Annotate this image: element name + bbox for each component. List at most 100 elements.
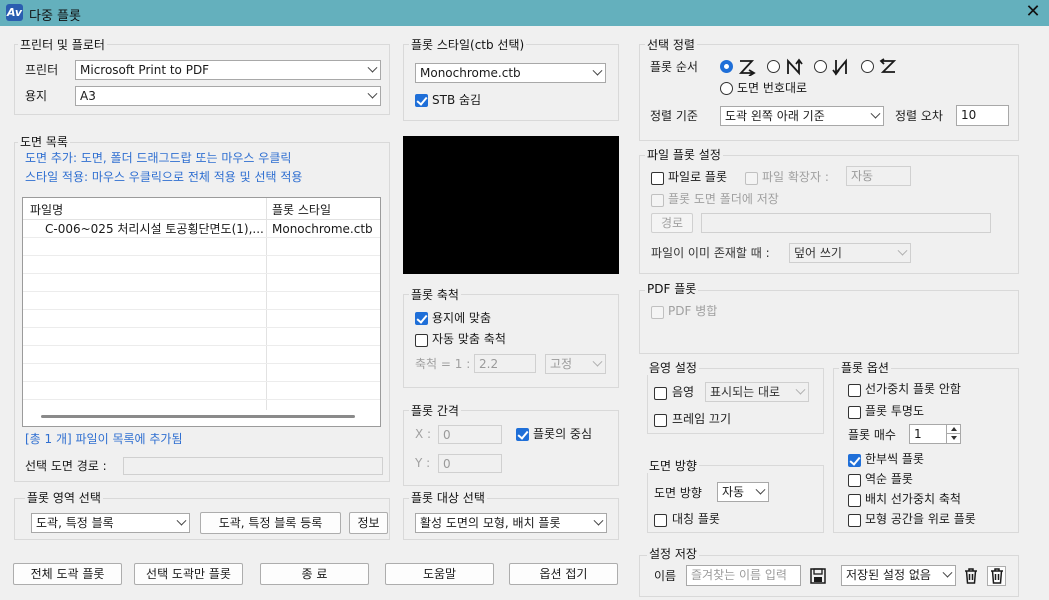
model-space-first-label: 모형 공간을 위로 플롯 — [865, 512, 976, 526]
file-count-status: [총 1 개] 파일이 목록에 추가됨 — [25, 432, 183, 446]
delete-all-icon[interactable] — [987, 566, 1006, 586]
delete-icon[interactable] — [962, 567, 980, 585]
stepper-up-icon[interactable] — [946, 425, 960, 434]
plot-style-select-value: Monochrome.ctb — [420, 66, 521, 80]
order-reverse-n-radio[interactable] — [814, 60, 827, 73]
collate-checkbox[interactable] — [848, 454, 861, 467]
saved-settings-select[interactable]: 저장된 설정 없음 — [841, 565, 956, 586]
order-z-radio[interactable] — [720, 60, 733, 73]
sort-criteria-select[interactable]: 도곽 왼쪽 아래 기준 — [720, 106, 884, 126]
file-exists-select[interactable]: 덮어 쓰기 — [789, 243, 911, 263]
orientation-select[interactable]: 자동 — [717, 482, 769, 502]
stepper-down-icon[interactable] — [946, 434, 960, 443]
table-row[interactable]: C-006~025 처리시설 토공횡단면도(1),... Monochrome.… — [23, 220, 380, 238]
save-in-folder-checkbox[interactable] — [651, 194, 664, 207]
mirror-plot-checkbox[interactable] — [654, 514, 667, 527]
plot-all-button[interactable]: 전체 도곽 플롯 — [13, 563, 122, 585]
path-field[interactable] — [701, 213, 991, 233]
scale-mode-value: 고정 — [550, 357, 573, 371]
chevron-down-icon — [367, 88, 378, 99]
plot-area-select[interactable]: 도곽, 특정 블록 — [31, 513, 190, 533]
chevron-down-icon — [592, 356, 603, 367]
shade-select-value: 표시되는 대로 — [710, 385, 781, 399]
chevron-down-icon — [367, 62, 378, 73]
order-reverse-z-radio[interactable] — [861, 60, 874, 73]
chevron-down-icon — [755, 484, 766, 495]
frame-off-checkbox[interactable] — [654, 414, 667, 427]
table-row[interactable] — [23, 274, 380, 292]
exit-button[interactable]: 종 료 — [260, 563, 369, 585]
table-row[interactable] — [23, 238, 380, 256]
title-bar: Av 다중 플롯 ✕ — [0, 0, 1049, 26]
paper-label: 용지 — [25, 89, 48, 103]
table-row[interactable] — [23, 346, 380, 364]
column-header-filename[interactable]: 파일명 — [30, 202, 63, 218]
auto-scale-checkbox[interactable] — [415, 334, 428, 347]
plot-order-label: 플롯 순서 — [650, 60, 698, 74]
sort-tolerance-label: 정렬 오차 — [895, 109, 943, 123]
info-button[interactable]: 정보 — [349, 512, 388, 534]
close-icon[interactable]: ✕ — [1023, 2, 1043, 22]
plot-to-file-checkbox[interactable] — [651, 172, 664, 185]
selected-path-field[interactable] — [123, 457, 383, 475]
orientation-select-value: 자동 — [722, 485, 745, 499]
row-filename: C-006~025 처리시설 토공횡단면도(1),... — [45, 222, 263, 236]
collapse-options-button[interactable]: 옵션 접기 — [509, 563, 618, 585]
file-extension-checkbox[interactable] — [745, 172, 758, 185]
no-lineweight-checkbox[interactable] — [848, 384, 861, 397]
column-header-plot-style[interactable]: 플롯 스타일 — [272, 202, 331, 218]
sort-group — [639, 44, 1019, 141]
horizontal-scrollbar[interactable] — [41, 415, 355, 418]
order-n-radio[interactable] — [767, 60, 780, 73]
offset-y-input[interactable]: 0 — [438, 454, 502, 473]
reverse-order-label: 역순 플롯 — [865, 472, 913, 486]
table-row[interactable] — [23, 382, 380, 400]
file-extension-field[interactable]: 자동 — [846, 166, 911, 186]
plot-target-select[interactable]: 활성 도면의 모형, 배치 플롯 — [415, 513, 607, 533]
sort-criteria-value: 도곽 왼쪽 아래 기준 — [725, 109, 825, 123]
shade-select[interactable]: 표시되는 대로 — [705, 382, 809, 402]
table-row[interactable] — [23, 310, 380, 328]
plot-style-select[interactable]: Monochrome.ctb — [415, 63, 606, 83]
no-lineweight-label: 선가중치 플롯 안함 — [865, 382, 961, 396]
reverse-order-checkbox[interactable] — [848, 474, 861, 487]
plot-center-checkbox[interactable] — [516, 428, 529, 441]
offset-x-input[interactable]: 0 — [438, 425, 502, 444]
fit-paper-checkbox[interactable] — [415, 312, 428, 325]
file-exists-value: 덮어 쓰기 — [794, 246, 842, 260]
copies-stepper[interactable]: 1 — [909, 424, 961, 444]
window-title: 다중 플롯 — [29, 9, 81, 24]
setting-name-input[interactable]: 즐겨찾는 이름 입력 — [686, 565, 801, 586]
plot-center-label: 플롯의 중심 — [533, 427, 593, 441]
scale-mode-select[interactable]: 고정 — [545, 354, 606, 374]
file-plot-group-title: 파일 플롯 설정 — [645, 148, 723, 162]
transparency-checkbox[interactable] — [848, 406, 861, 419]
order-by-number-radio[interactable] — [720, 82, 733, 95]
register-block-button[interactable]: 도곽, 특정 블록 등록 — [200, 512, 341, 534]
sort-group-title: 선택 정렬 — [645, 38, 697, 52]
table-row[interactable] — [23, 292, 380, 310]
auto-scale-label: 자동 맞춤 축척 — [432, 332, 506, 346]
scale-lineweight-checkbox[interactable] — [848, 494, 861, 507]
chevron-down-icon — [593, 515, 604, 526]
plot-options-group-title: 플롯 옵션 — [839, 361, 891, 375]
path-button[interactable]: 경로 — [651, 213, 693, 233]
help-button[interactable]: 도움말 — [385, 563, 494, 585]
printer-select[interactable]: Microsoft Print to PDF — [75, 60, 381, 80]
plot-selected-button[interactable]: 선택 도곽만 플롯 — [134, 563, 243, 585]
pdf-merge-checkbox[interactable] — [651, 306, 664, 319]
save-icon[interactable] — [809, 567, 827, 585]
sort-tolerance-input[interactable]: 10 — [956, 105, 1009, 126]
save-in-folder-label: 플롯 도면 폴더에 저장 — [668, 192, 779, 206]
sort-criteria-label: 정렬 기준 — [650, 109, 698, 123]
paper-select[interactable]: A3 — [75, 86, 381, 106]
table-row[interactable] — [23, 364, 380, 382]
table-row[interactable] — [23, 328, 380, 346]
hide-stb-checkbox[interactable] — [415, 94, 428, 107]
model-space-first-checkbox[interactable] — [848, 514, 861, 527]
scale-input[interactable]: 2.2 — [474, 354, 536, 373]
drawing-list-table[interactable]: 파일명 플롯 스타일 C-006~025 처리시설 토공횡단면도(1),... … — [22, 197, 381, 427]
shade-checkbox[interactable] — [654, 387, 667, 400]
table-row[interactable] — [23, 256, 380, 274]
copies-value: 1 — [914, 427, 922, 441]
